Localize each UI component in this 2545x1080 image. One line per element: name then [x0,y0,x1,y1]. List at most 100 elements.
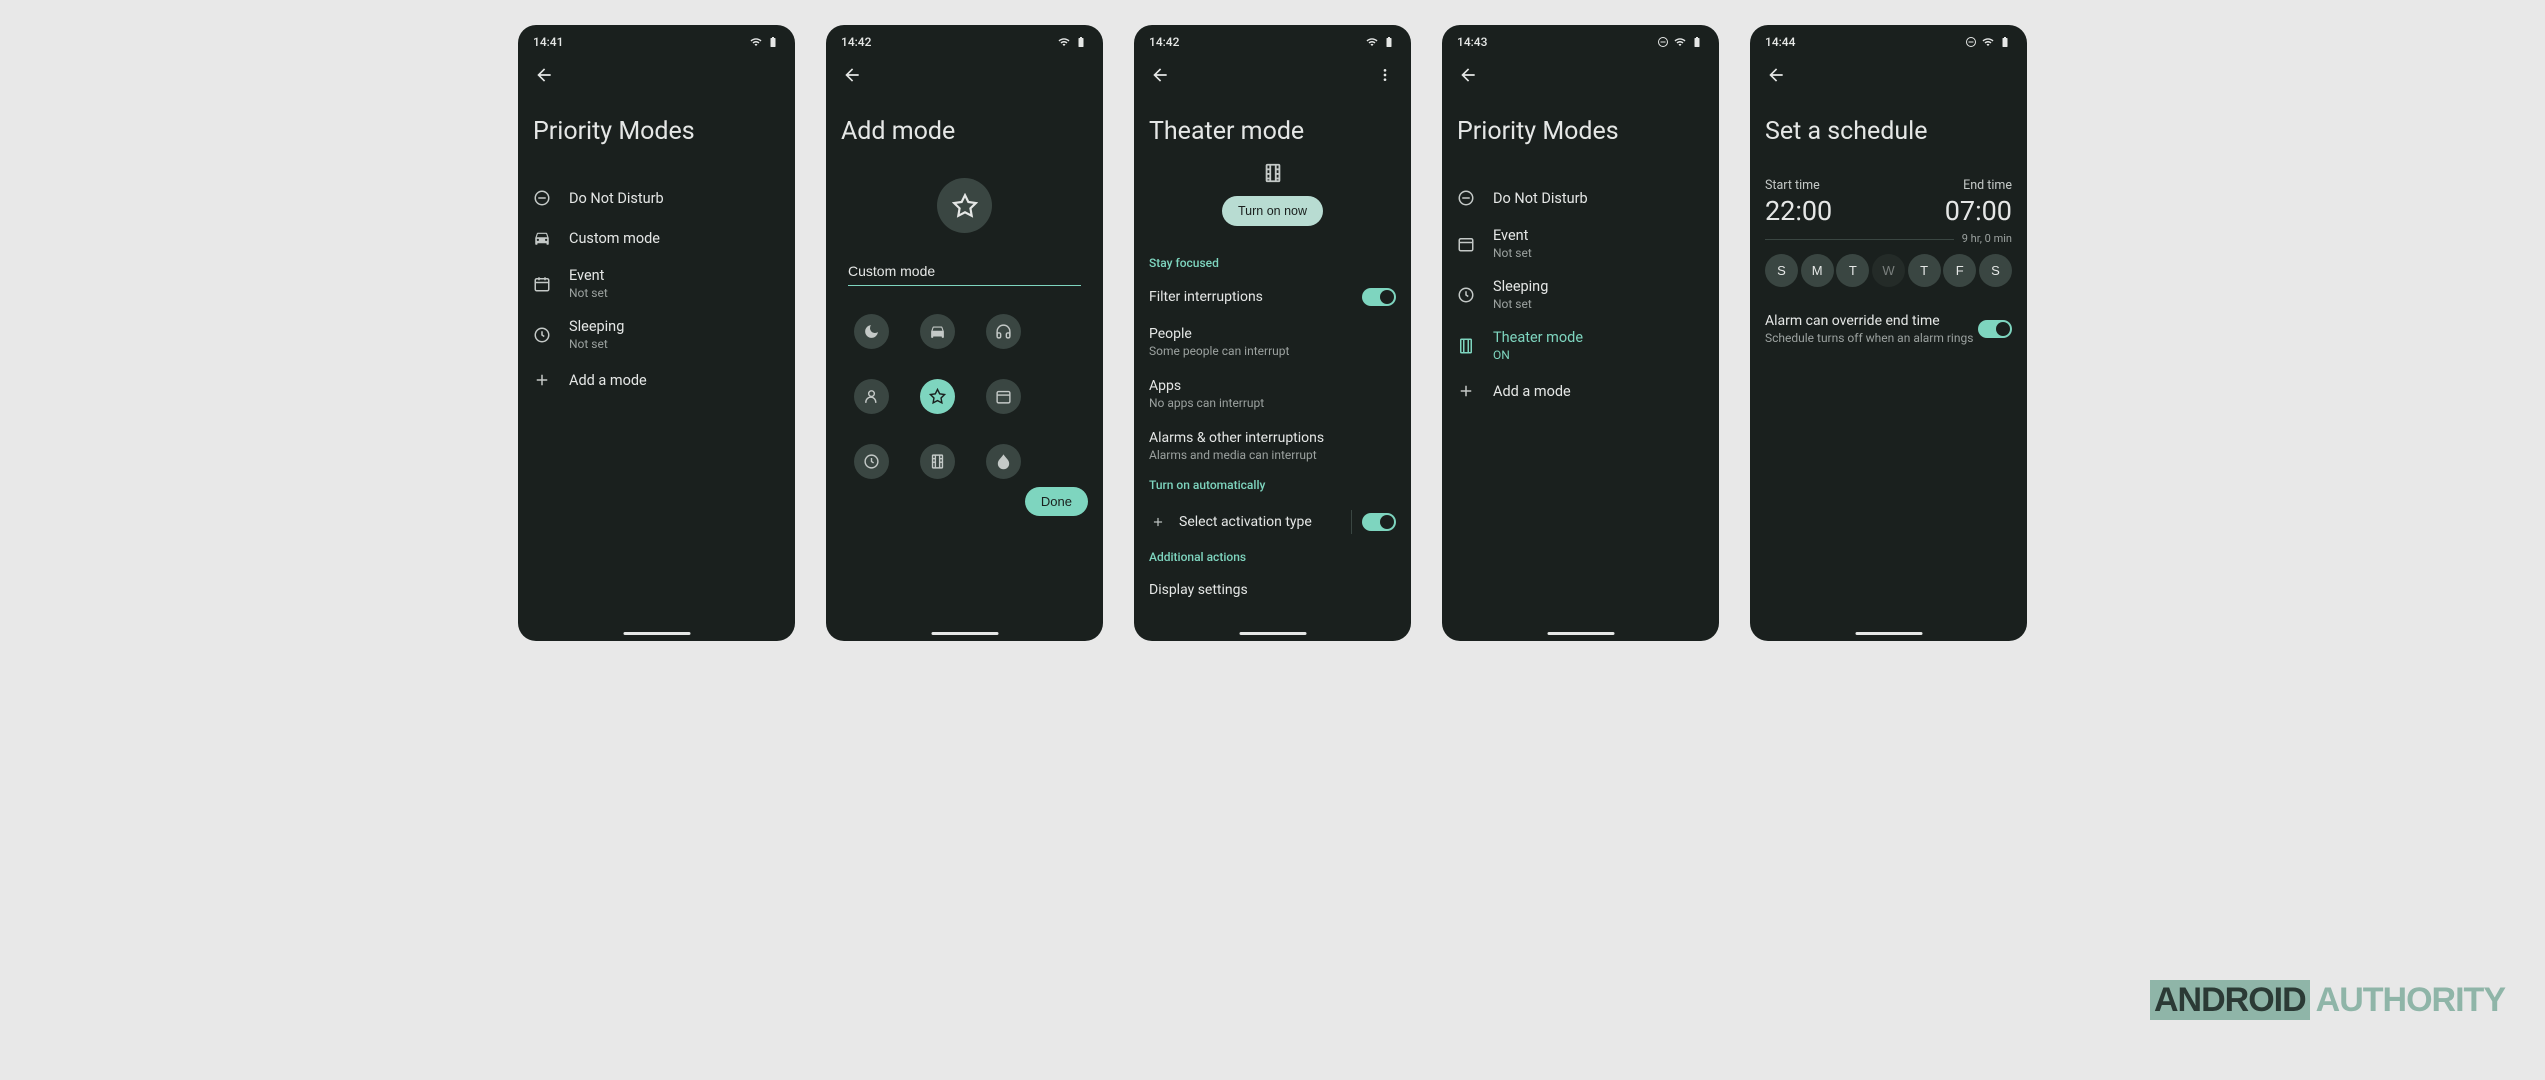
alarm-toggle[interactable] [1978,320,2012,338]
wifi-icon [1673,36,1687,48]
row-alarms[interactable]: Alarms & other interruptions Alarms and … [1134,420,1411,472]
row-title: Add a mode [1493,383,1704,400]
battery-icon [766,36,780,48]
back-button[interactable] [1148,63,1172,87]
star-icon [952,193,978,219]
day-sat[interactable]: S [1979,254,2012,287]
wifi-icon [1057,36,1071,48]
theater-icon [1457,337,1475,355]
back-button[interactable] [1764,63,1788,87]
toolbar [518,55,795,95]
row-dnd[interactable]: Do Not Disturb [1442,178,1719,218]
status-bar: 14:44 [1750,25,2027,55]
back-button[interactable] [840,63,864,87]
more-button[interactable] [1373,63,1397,87]
home-indicator[interactable] [931,632,998,635]
row-theater-mode[interactable]: Theater mode ON [1442,320,1719,371]
back-icon [1150,65,1170,85]
row-filter-interruptions[interactable]: Filter interruptions [1134,278,1411,316]
done-button[interactable]: Done [1025,487,1088,516]
leaf-icon [995,453,1012,470]
row-add-mode[interactable]: Add a mode [1442,371,1719,411]
row-activation-type[interactable]: Select activation type [1134,500,1411,544]
home-indicator[interactable] [1855,632,1922,635]
row-sub: Not set [569,337,780,351]
status-icons [1964,36,2012,48]
status-bar: 14:42 [1134,25,1411,55]
person-icon [863,388,880,405]
plus-icon [1149,513,1167,531]
setting-title: Alarms & other interruptions [1149,430,1396,446]
selected-icon-preview [937,178,992,233]
alarm-sub: Schedule turns off when an alarm rings [1765,331,1978,345]
status-icons [749,36,780,48]
moon-icon [863,323,880,340]
icon-option-headphones[interactable] [986,314,1021,349]
row-event[interactable]: Event Not set [1442,218,1719,269]
row-add-mode[interactable]: Add a mode [518,360,795,400]
icon-option-moon[interactable] [854,314,889,349]
duration-label: 9 hr, 0 min [1954,232,2012,245]
activation-toggle[interactable] [1362,513,1396,531]
icon-option-car[interactable] [920,314,955,349]
icon-option-theater[interactable] [920,444,955,479]
row-custom[interactable]: Custom mode [518,218,795,258]
end-time-block[interactable]: End time 07:00 [1945,178,2012,227]
row-event[interactable]: Event Not set [518,258,795,309]
row-title: Theater mode [1493,329,1704,346]
mode-name-input[interactable] [848,257,1081,286]
icon-option-leaf[interactable] [986,444,1021,479]
icon-option-clock[interactable] [854,444,889,479]
icon-option-star[interactable] [920,379,955,414]
plus-icon [533,371,551,389]
screen-priority-modes-1: 14:41 Priority Modes Do Not Disturb Cust… [518,25,795,641]
row-apps[interactable]: Apps No apps can interrupt [1134,368,1411,420]
toolbar [826,55,1103,95]
battery-icon [1690,36,1704,48]
row-dnd[interactable]: Do Not Disturb [518,178,795,218]
day-tue[interactable]: T [1836,254,1869,287]
home-indicator[interactable] [1547,632,1614,635]
row-display-settings[interactable]: Display settings [1134,572,1411,598]
back-button[interactable] [1456,63,1480,87]
wifi-icon [749,36,763,48]
home-indicator[interactable] [1239,632,1306,635]
end-time-label: End time [1945,178,2012,193]
clock-icon [1457,286,1475,304]
status-time: 14:42 [841,35,871,49]
filter-toggle[interactable] [1362,288,1396,306]
watermark-part1: ANDROID [2150,980,2310,1020]
status-bar: 14:43 [1442,25,1719,55]
turn-on-button[interactable]: Turn on now [1222,196,1323,226]
row-people[interactable]: People Some people can interrupt [1134,316,1411,368]
day-fri[interactable]: F [1943,254,1976,287]
car-icon [929,323,946,340]
row-title: Do Not Disturb [1493,190,1704,207]
battery-icon [1074,36,1088,48]
start-time-value: 22:00 [1765,195,1832,227]
row-title: Custom mode [569,230,780,247]
schedule-divider: 9 hr, 0 min [1765,239,2012,240]
row-sleeping[interactable]: Sleeping Not set [518,309,795,360]
day-wed[interactable]: W [1872,254,1905,287]
calendar-icon [533,275,551,293]
icon-option-calendar[interactable] [986,379,1021,414]
headphones-icon [995,323,1012,340]
day-mon[interactable]: M [1801,254,1834,287]
icon-option-person[interactable] [854,379,889,414]
dnd-status-icon [1964,36,1978,48]
start-time-block[interactable]: Start time 22:00 [1765,178,1832,227]
section-stay-focused: Stay focused [1134,250,1411,278]
setting-title: People [1149,326,1396,342]
row-alarm-override[interactable]: Alarm can override end time Schedule tur… [1750,307,2027,351]
day-thu[interactable]: T [1908,254,1941,287]
back-button[interactable] [532,63,556,87]
calendar-icon [1457,235,1475,253]
status-time: 14:42 [1149,35,1179,49]
status-time: 14:43 [1457,35,1487,49]
setting-sub: No apps can interrupt [1149,396,1396,410]
back-icon [534,65,554,85]
row-sleeping[interactable]: Sleeping Not set [1442,269,1719,320]
home-indicator[interactable] [623,632,690,635]
day-sun[interactable]: S [1765,254,1798,287]
